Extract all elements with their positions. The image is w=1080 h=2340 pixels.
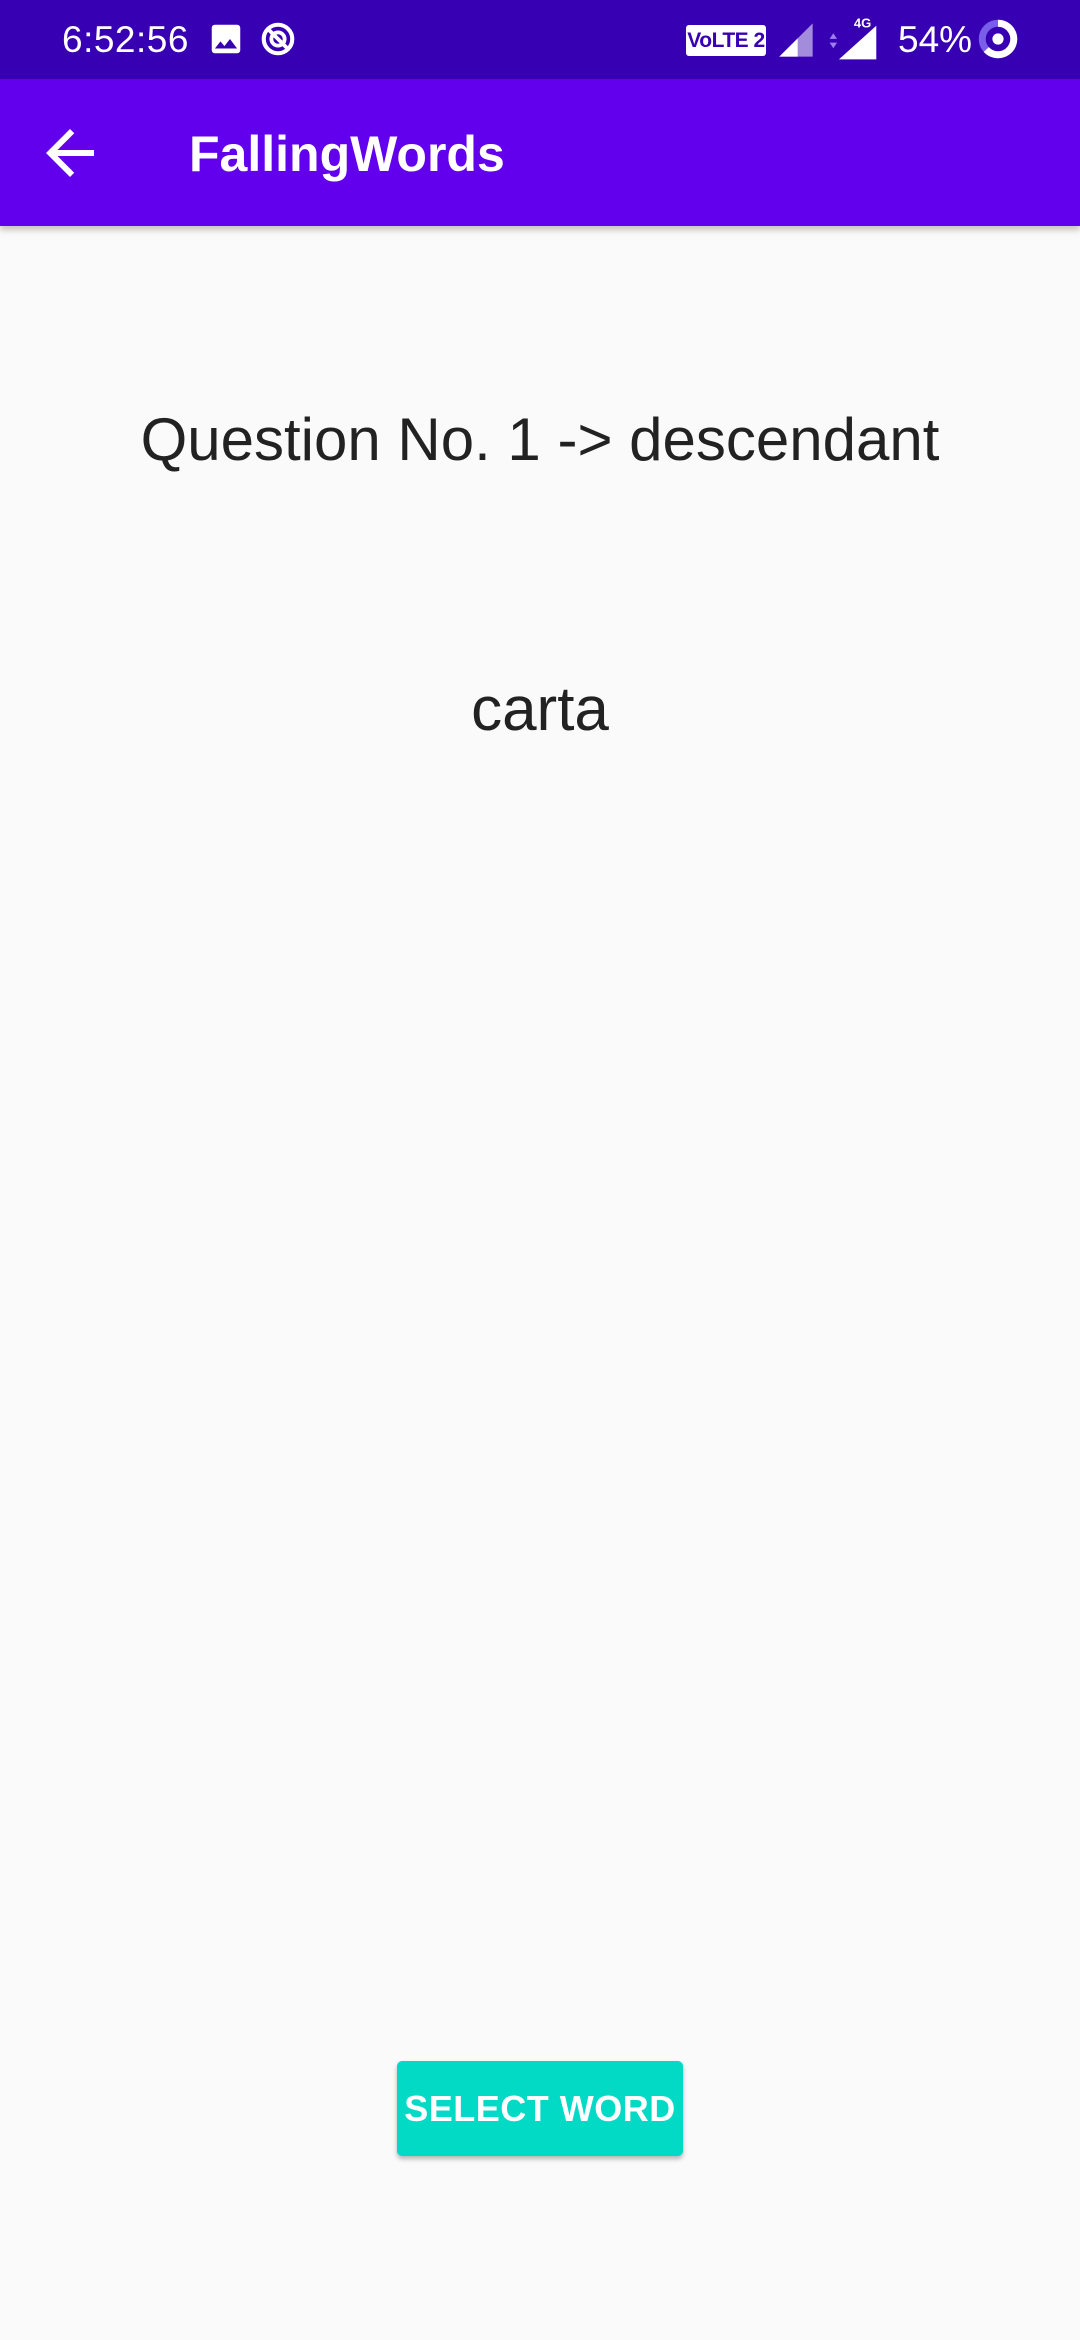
svg-text:4G: 4G [854,16,871,31]
arrow-back-icon [46,129,94,177]
app-title: FallingWords [189,126,505,182]
status-time: 6:52:56 [62,19,189,60]
gallery-icon [207,20,245,58]
app-bar: FallingWords [0,79,1080,226]
back-button[interactable] [34,117,106,189]
battery-icon [977,18,1019,60]
status-bar: 6:52:56 VoLTE 2 4G 54% [0,0,1080,79]
falling-word: carta [471,675,609,744]
volte-badge: VoLTE 2 [686,25,766,56]
question-text: Question No. 1 -> descendant [140,406,940,473]
signal-icon [776,20,816,60]
data-saver-icon [259,20,297,58]
signal-4g-icon: 4G [824,14,880,60]
battery-percent: 54% [898,19,973,60]
screen: 6:52:56 VoLTE 2 4G 54% FallingWords Ques… [0,0,1080,2340]
select-word-button[interactable]: SELECT WORD [397,2061,683,2156]
